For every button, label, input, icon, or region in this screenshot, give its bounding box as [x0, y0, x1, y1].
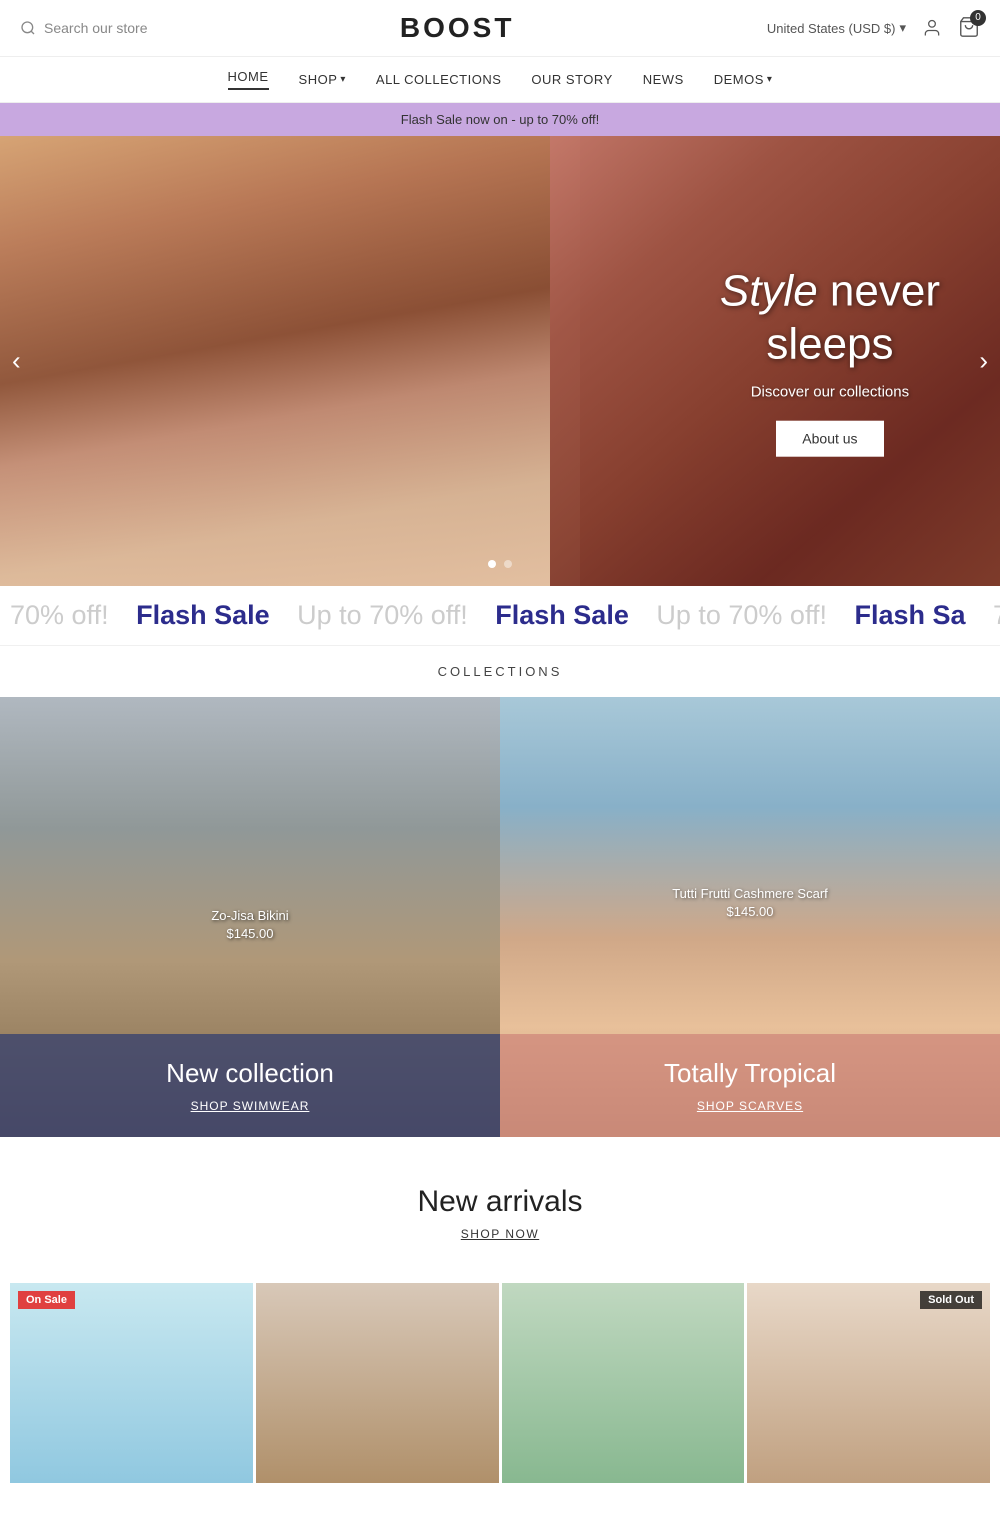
collections-label: COLLECTIONS [0, 646, 1000, 697]
ticker-flash-sale-1: Flash Sale [126, 600, 287, 631]
tropical-title: Totally Tropical [524, 1058, 976, 1089]
hero-prev-button[interactable]: ‹ [12, 346, 21, 377]
ticker-item-dup: 70% off! [983, 600, 1000, 631]
product-image-3 [502, 1283, 745, 1483]
nav-item-demos[interactable]: DEMOS ▾ [714, 72, 773, 87]
shop-now-link[interactable]: SHOP NOW [20, 1227, 980, 1241]
product-grid: On Sale Sold Out [0, 1283, 1000, 1523]
sold-out-badge: Sold Out [920, 1291, 982, 1309]
hero-section: Style neversleeps Discover our collectio… [0, 136, 1000, 586]
demos-chevron-icon: ▾ [767, 74, 773, 85]
hero-subheading: Discover our collections [720, 383, 940, 400]
user-icon[interactable] [922, 18, 942, 38]
collection-grid: Zo-Jisa Bikini $145.00 New collection SH… [0, 697, 1000, 1137]
ticker-item: 70% off! [0, 600, 126, 631]
promo-banner: Flash Sale now on - up to 70% off! [0, 103, 1000, 136]
shop-swimwear-link[interactable]: SHOP SWIMWEAR [24, 1099, 476, 1113]
hero-dot-1[interactable] [488, 560, 496, 568]
logo[interactable]: BOOST [400, 12, 515, 44]
cart-count: 0 [970, 10, 986, 26]
nav-item-news[interactable]: NEWS [643, 72, 684, 87]
ticker-upto-2: Up to 70% off! [646, 600, 844, 631]
about-us-button[interactable]: About us [776, 420, 883, 456]
country-selector[interactable]: United States (USD $) ▾ [767, 20, 906, 36]
product-card-2[interactable] [256, 1283, 499, 1483]
main-nav: HOME SHOP ▾ ALL COLLECTIONS OUR STORY NE… [0, 57, 1000, 103]
chevron-down-icon: ▾ [899, 20, 906, 36]
ticker-upto-1: Up to 70% off! [287, 600, 485, 631]
collection-card-swimwear[interactable]: Zo-Jisa Bikini $145.00 New collection SH… [0, 697, 500, 1137]
ticker-flash-sale-3: Flash Sa [844, 600, 983, 631]
hero-heading-italic: Style [720, 267, 818, 316]
shop-chevron-icon: ▾ [340, 74, 346, 85]
product-card-4[interactable]: Sold Out [747, 1283, 990, 1483]
swimwear-title: New collection [24, 1058, 476, 1089]
header: Search our store BOOST United States (US… [0, 0, 1000, 57]
hero-heading: Style neversleeps [720, 266, 940, 372]
swimwear-product-label: Zo-Jisa Bikini $145.00 [211, 908, 288, 941]
nav-item-our-story[interactable]: OUR STORY [531, 72, 612, 87]
search-icon [20, 20, 36, 36]
nav-item-all-collections[interactable]: ALL COLLECTIONS [376, 72, 502, 87]
tropical-product-name: Tutti Frutti Cashmere Scarf [672, 886, 828, 901]
hero-next-button[interactable]: › [979, 346, 988, 377]
ticker-flash-sale-2: Flash Sale [485, 600, 646, 631]
promo-text: Flash Sale now on - up to 70% off! [401, 112, 600, 127]
tropical-price: $145.00 [672, 904, 828, 919]
country-label: United States (USD $) [767, 21, 896, 36]
swimwear-price: $145.00 [211, 926, 288, 941]
search-placeholder: Search our store [44, 20, 148, 36]
swimwear-overlay: New collection SHOP SWIMWEAR [0, 1034, 500, 1137]
hero-dots [488, 560, 512, 568]
header-actions: United States (USD $) ▾ 0 [767, 16, 980, 41]
tropical-overlay: Totally Tropical SHOP SCARVES [500, 1034, 1000, 1137]
product-image-2 [256, 1283, 499, 1483]
ticker-inner: 70% off! Flash Sale Up to 70% off! Flash… [0, 600, 1000, 631]
hero-text-block: Style neversleeps Discover our collectio… [720, 266, 940, 457]
shop-scarves-link[interactable]: SHOP SCARVES [524, 1099, 976, 1113]
swimwear-product-name: Zo-Jisa Bikini [211, 908, 288, 923]
tropical-product-label: Tutti Frutti Cashmere Scarf $145.00 [672, 886, 828, 919]
hero-figure [0, 136, 580, 586]
nav-item-shop[interactable]: SHOP ▾ [299, 72, 346, 87]
search-bar[interactable]: Search our store [20, 20, 148, 36]
new-arrivals-heading: New arrivals [20, 1185, 980, 1219]
on-sale-badge: On Sale [18, 1291, 75, 1309]
hero-dot-2[interactable] [504, 560, 512, 568]
new-arrivals-section: New arrivals SHOP NOW [0, 1137, 1000, 1283]
product-image-4 [747, 1283, 990, 1483]
nav-item-home[interactable]: HOME [228, 69, 269, 90]
product-card-3[interactable] [502, 1283, 745, 1483]
product-image-1 [10, 1283, 253, 1483]
product-card-1[interactable]: On Sale [10, 1283, 253, 1483]
flash-sale-ticker: 70% off! Flash Sale Up to 70% off! Flash… [0, 586, 1000, 646]
collection-card-tropical[interactable]: Tutti Frutti Cashmere Scarf $145.00 Tota… [500, 697, 1000, 1137]
cart-icon-wrapper[interactable]: 0 [958, 16, 980, 41]
